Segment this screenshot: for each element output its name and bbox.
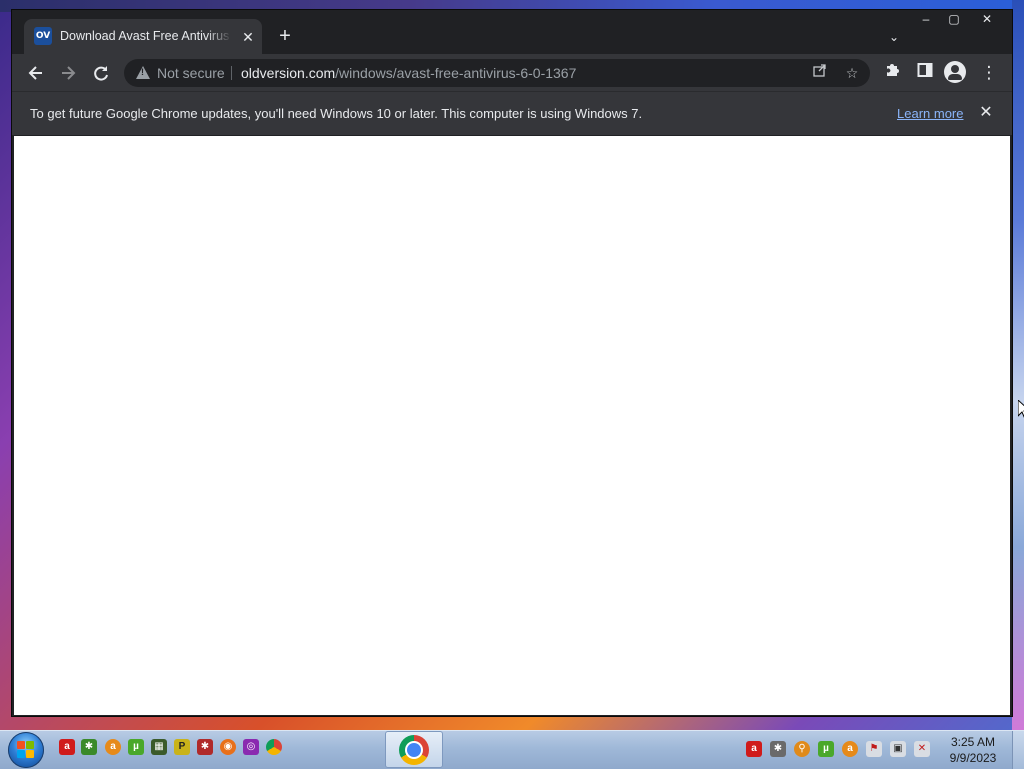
update-infobar: To get future Google Chrome updates, you…	[12, 91, 1012, 135]
browser-window: OV Download Avast Free Antivirus 6.0 ✕ +…	[11, 9, 1013, 717]
volume-muted-icon[interactable]: ✕	[914, 741, 930, 757]
security-label[interactable]: Not secure	[157, 59, 225, 87]
share-icon[interactable]	[808, 61, 832, 85]
omnibox-divider	[231, 66, 232, 80]
menu-kebab-icon[interactable]: ⋮	[976, 60, 1002, 86]
tab-strip: OV Download Avast Free Antivirus 6.0 ✕ +…	[12, 10, 1012, 54]
extensions-puzzle-icon[interactable]	[880, 60, 906, 86]
new-tab-button[interactable]: +	[274, 26, 296, 48]
antivirus-quicklaunch-icon[interactable]: a	[59, 739, 75, 755]
tools-quicklaunch-icon[interactable]: ✱	[197, 739, 213, 755]
minimize-button[interactable]: –	[912, 10, 940, 28]
app-quicklaunch-icon[interactable]: ✱	[81, 739, 97, 755]
navigation-toolbar: Not secure oldversion.com/windows/avast-…	[12, 54, 1012, 91]
show-desktop-button[interactable]	[1012, 731, 1024, 769]
profile-avatar-icon[interactable]	[944, 61, 966, 83]
tools-tray-icon[interactable]: ✱	[770, 741, 786, 757]
infobar-message: To get future Google Chrome updates, you…	[30, 106, 643, 121]
system-clock[interactable]: 3:25 AM 9/9/2023	[940, 734, 1006, 766]
avast-quicklaunch-icon[interactable]: a	[105, 739, 121, 755]
media-quicklaunch-icon[interactable]: ◎	[243, 739, 259, 755]
chrome-taskbar-button[interactable]	[385, 731, 443, 768]
page-content[interactable]	[14, 136, 1010, 715]
learn-more-link[interactable]: Learn more	[897, 92, 963, 135]
side-panel-icon[interactable]	[912, 60, 938, 86]
chrome-quicklaunch-icon[interactable]	[266, 739, 282, 755]
action-center-flag-icon[interactable]: ⚑	[866, 741, 882, 757]
network-icon[interactable]: ▣	[890, 741, 906, 757]
tab-close-icon[interactable]: ✕	[238, 27, 258, 47]
taskbar: a ✱ a µ ▦ P ✱ ◉ ◎ a ✱ ⚲ µ a ⚑ ▣ ✕ 3:25 A…	[0, 730, 1024, 769]
clock-date: 9/9/2023	[949, 751, 997, 765]
start-button[interactable]	[8, 732, 44, 768]
url-host: oldversion.com	[241, 65, 336, 81]
maximize-button[interactable]: ▢	[940, 10, 968, 28]
firefox-quicklaunch-icon[interactable]: ◉	[220, 739, 236, 755]
reload-icon	[94, 66, 108, 81]
tab-active[interactable]: OV Download Avast Free Antivirus 6.0 ✕	[24, 19, 262, 54]
tab-search-chevron-icon[interactable]: ⌄	[884, 28, 904, 46]
gpu-tool-quicklaunch-icon[interactable]: ▦	[151, 739, 167, 755]
not-secure-warning-icon[interactable]	[136, 66, 150, 79]
infobar-close-icon[interactable]: ✕	[976, 103, 996, 123]
antivirus-tray-icon[interactable]: a	[746, 741, 762, 757]
desktop-background-right	[1012, 0, 1024, 730]
bookmark-star-icon[interactable]: ☆	[840, 61, 864, 85]
back-button[interactable]	[23, 60, 49, 86]
search-tray-icon[interactable]: ⚲	[794, 741, 810, 757]
address-bar[interactable]: Not secure oldversion.com/windows/avast-…	[124, 59, 870, 87]
reload-button[interactable]	[88, 60, 114, 86]
forward-button[interactable]	[55, 60, 81, 86]
site-favicon-icon: OV	[34, 27, 52, 45]
url-text[interactable]: oldversion.com/windows/avast-free-antivi…	[241, 59, 576, 87]
clock-time: 3:25 AM	[950, 735, 996, 749]
avast-tray-icon[interactable]: a	[842, 741, 858, 757]
utorrent-tray-icon[interactable]: µ	[818, 741, 834, 757]
url-path: /windows/avast-free-antivirus-6-0-1367	[335, 65, 577, 81]
windows-logo-icon	[17, 741, 35, 759]
tab-title: Download Avast Free Antivirus 6.0	[60, 29, 232, 43]
utorrent-quicklaunch-icon[interactable]: µ	[128, 739, 144, 755]
back-arrow-icon	[28, 66, 42, 80]
close-window-button[interactable]: ✕	[972, 10, 1002, 28]
pdf-quicklaunch-icon[interactable]: P	[174, 739, 190, 755]
forward-arrow-icon	[62, 66, 76, 80]
chrome-logo-icon	[399, 735, 429, 765]
